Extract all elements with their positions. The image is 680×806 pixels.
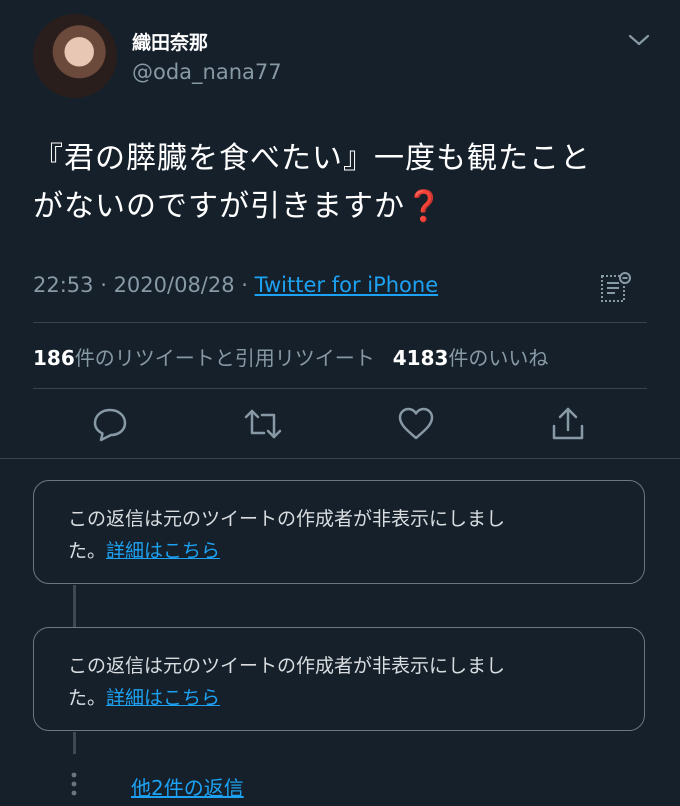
heart-icon[interactable]: [396, 404, 436, 444]
author-name[interactable]: 織田奈那: [132, 28, 208, 55]
likes-label: 件のいいね: [448, 346, 549, 370]
retweets-label: 件のリツイートと引用リツイート: [74, 346, 375, 370]
retweet-icon[interactable]: [243, 404, 283, 444]
show-more-replies-link[interactable]: 他2件の返信: [131, 772, 244, 801]
reply-icon[interactable]: [90, 404, 130, 444]
hidden-reply-text-2: た。詳細はこちら: [68, 535, 610, 567]
tweet-stats: 186件のリツイートと引用リツイート 4183件のいいね: [33, 342, 548, 371]
tweet-text: 『君の膵臓を食べたい』一度も観たこと がないのですが引きますか❓: [33, 135, 653, 231]
learn-more-link[interactable]: 詳細はこちら: [106, 687, 220, 709]
retweets-count: 186: [33, 346, 75, 370]
hidden-reply-text-1: この返信は元のツイートの作成者が非表示にしまし: [68, 655, 506, 677]
more-vertical-icon: [71, 772, 77, 796]
chevron-down-icon[interactable]: [626, 30, 652, 50]
tweet-text-line-2: がないのですが引きますか❓: [33, 183, 653, 231]
divider: [33, 322, 647, 323]
author-handle[interactable]: @oda_nana77: [132, 60, 282, 84]
meta-separator-1: ·: [93, 273, 114, 297]
tweet-source-link[interactable]: Twitter for iPhone: [255, 273, 439, 297]
thread-line: [73, 732, 76, 754]
divider: [33, 388, 647, 389]
likes-count: 4183: [392, 346, 449, 370]
hidden-reply-text-2: た。詳細はこちら: [68, 682, 610, 714]
tweet-meta: 22:53 · 2020/08/28 · Twitter for iPhone: [33, 273, 438, 297]
meta-separator-2: ·: [234, 273, 255, 297]
tweet-date: 2020/08/28: [113, 273, 235, 297]
hidden-reply-text-2-start: た。: [68, 540, 107, 562]
likes-stat[interactable]: 4183件のいいね: [393, 346, 549, 370]
learn-more-link[interactable]: 詳細はこちら: [106, 540, 220, 562]
tweet-text-line-1: 『君の膵臓を食べたい』一度も観たこと: [33, 141, 591, 176]
hidden-reply-text-1: この返信は元のツイートの作成者が非表示にしまし: [68, 508, 506, 530]
question-mark-emoji: ❓: [405, 189, 444, 224]
share-icon[interactable]: [548, 404, 588, 444]
tweet-text-line-2-text: がないのですが引きますか: [33, 189, 405, 224]
tweet-time: 22:53: [33, 273, 94, 297]
hidden-reply-notice: この返信は元のツイートの作成者が非表示にしまし た。詳細はこちら: [33, 480, 645, 584]
hidden-reply-notice: この返信は元のツイートの作成者が非表示にしまし た。詳細はこちら: [33, 627, 645, 731]
retweets-stat[interactable]: 186件のリツイートと引用リツイート: [33, 346, 375, 370]
thread-line: [73, 585, 76, 627]
avatar[interactable]: [33, 14, 117, 98]
analytics-icon[interactable]: [598, 270, 634, 306]
hidden-reply-text-2-start: た。: [68, 687, 107, 709]
divider: [0, 458, 680, 459]
